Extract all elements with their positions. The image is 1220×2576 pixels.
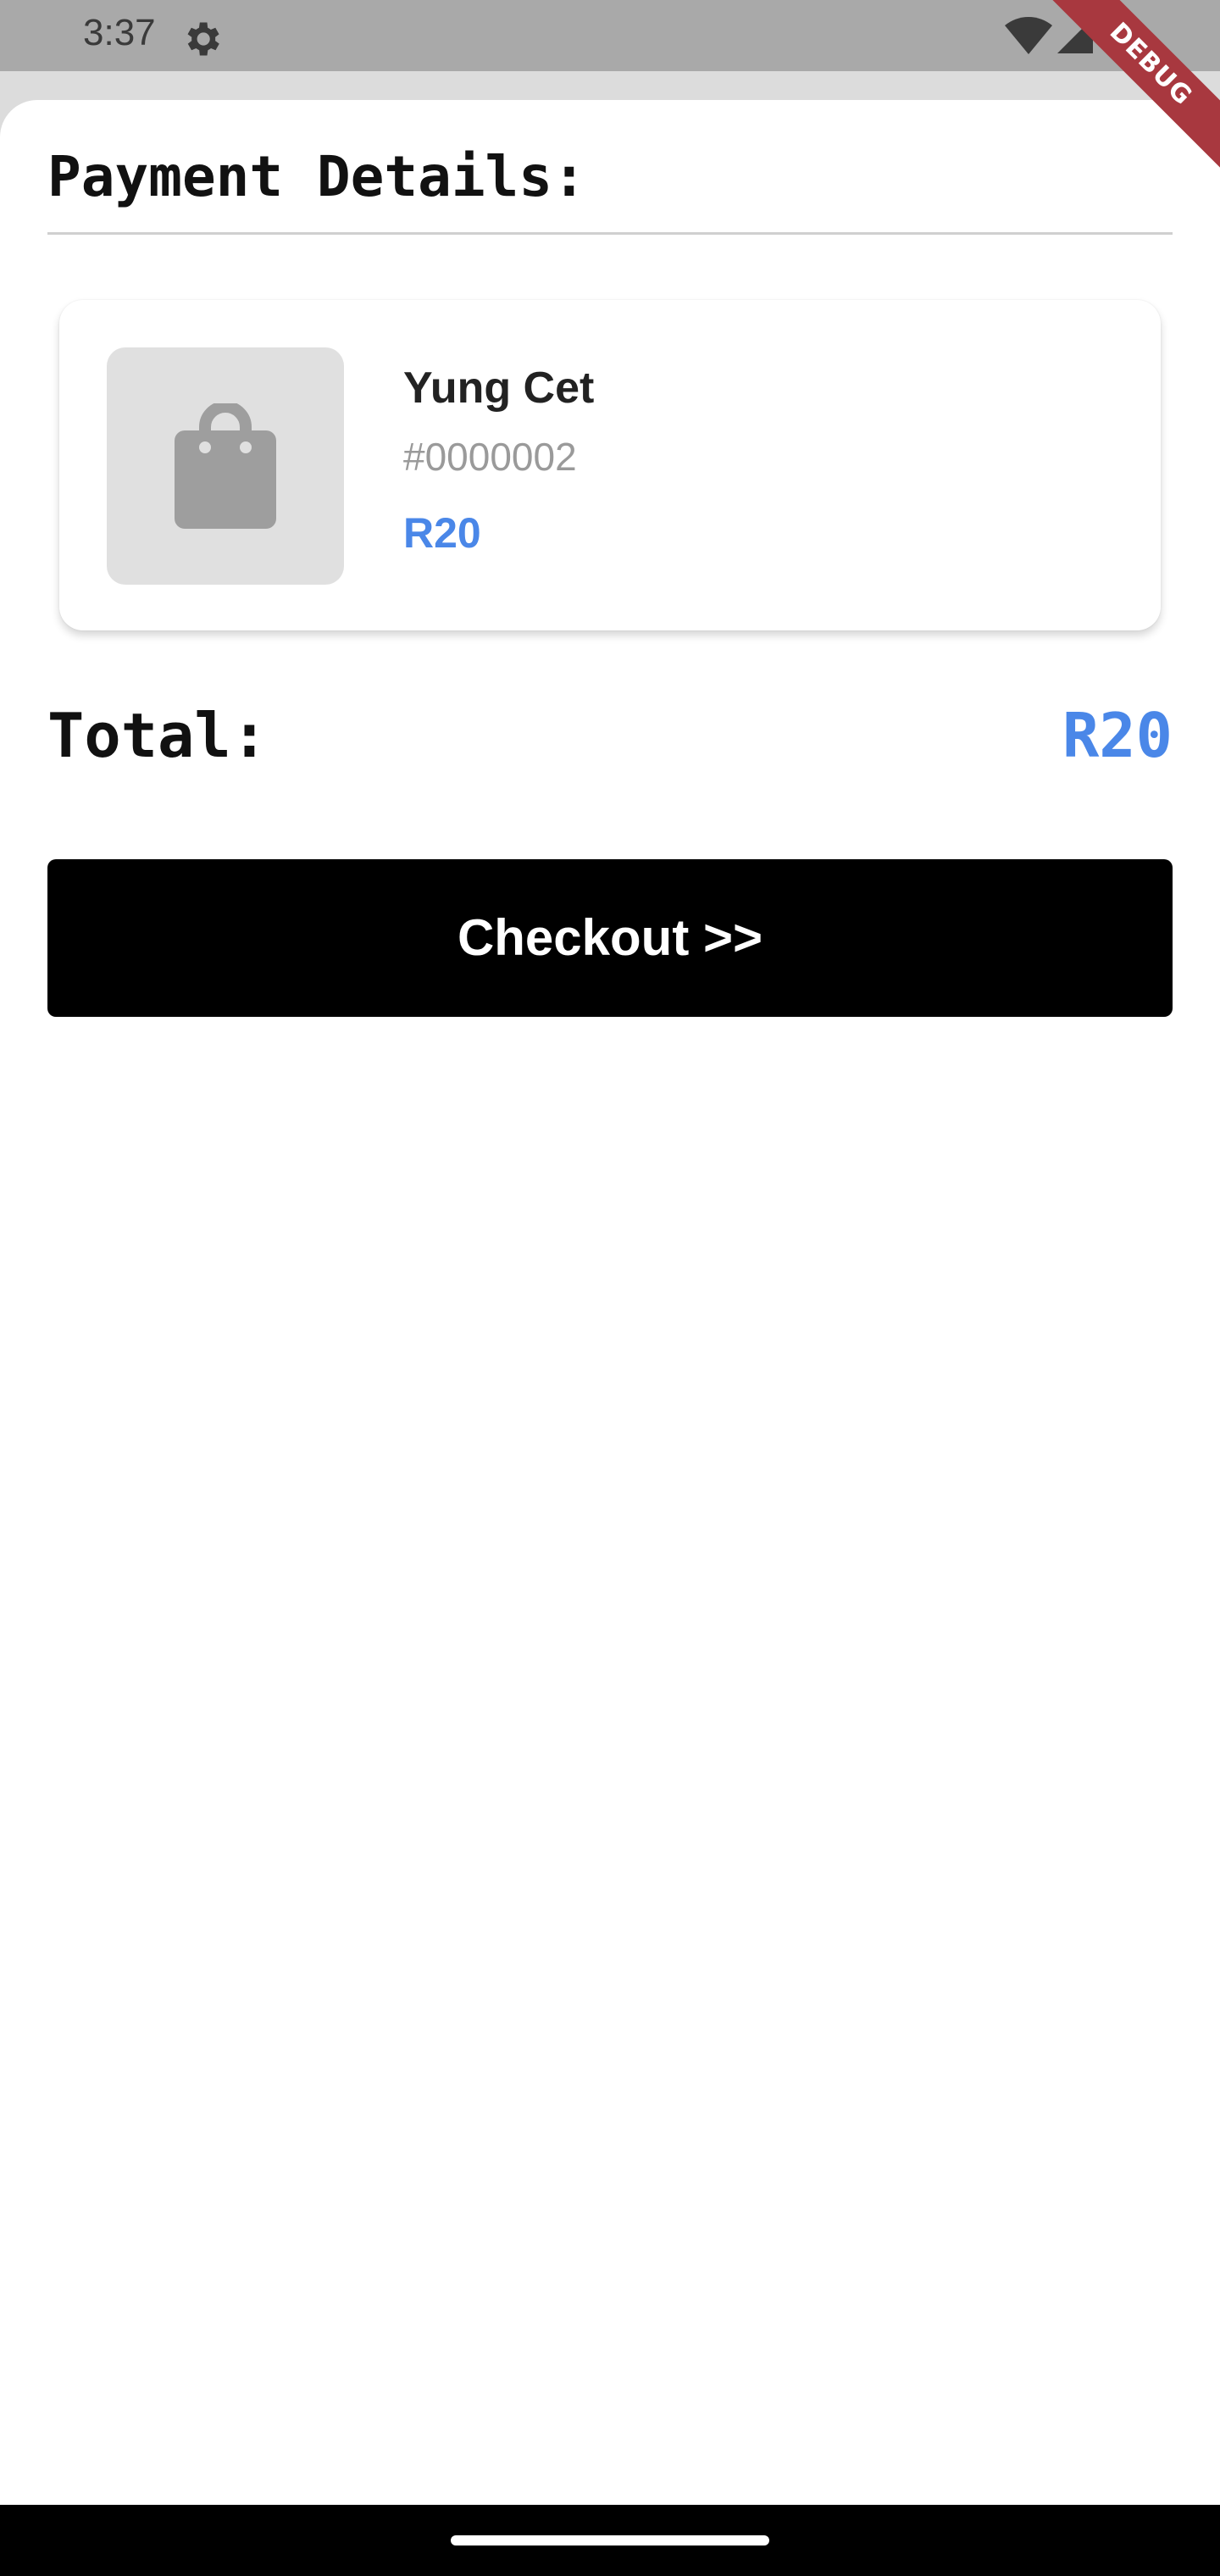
- page-title: Payment Details:: [47, 144, 586, 209]
- shopping-bag-icon: [175, 403, 276, 529]
- cart-item-card[interactable]: Yung Cet #0000002 R20: [59, 300, 1161, 630]
- total-label: Total:: [47, 700, 269, 771]
- wifi-icon: [1005, 17, 1052, 54]
- home-gesture-handle[interactable]: [451, 2535, 769, 2545]
- total-value: R20: [1062, 700, 1173, 771]
- item-code: #0000002: [403, 435, 577, 479]
- item-name: Yung Cet: [403, 364, 595, 413]
- navigation-bar: [0, 2505, 1220, 2576]
- status-bar: 3:37: [0, 0, 1220, 71]
- checkout-button[interactable]: Checkout >>: [47, 859, 1173, 1017]
- payment-sheet: Payment Details: Yung Cet #0000002 R20 T…: [0, 100, 1220, 2505]
- app-screen: 3:37 DEBUG Payment Details: Yung Cet #00…: [0, 0, 1220, 2576]
- status-time: 3:37: [83, 12, 156, 53]
- item-price: R20: [403, 509, 481, 557]
- settings-icon: [187, 22, 219, 56]
- item-thumbnail: [107, 347, 344, 585]
- title-divider: [47, 232, 1173, 235]
